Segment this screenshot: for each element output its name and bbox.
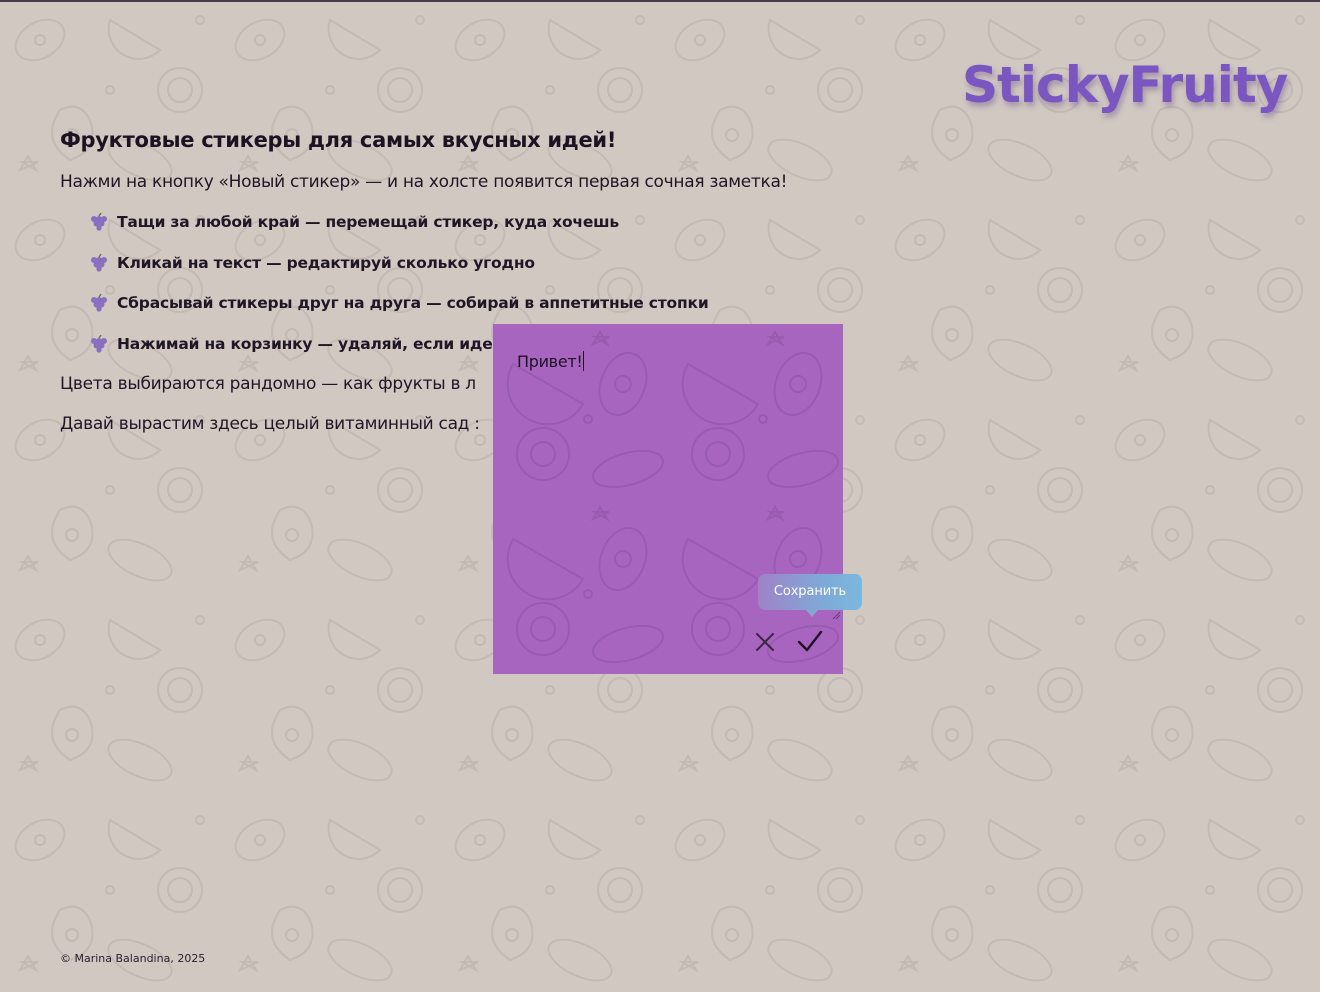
cancel-button[interactable] — [752, 629, 778, 655]
list-item: Тащи за любой край — перемещай стикер, к… — [89, 202, 960, 243]
tip-text: Нажимай на корзинку — удаляй, если иде — [117, 334, 493, 353]
page-title: Фруктовые стикеры для самых вкусных идей… — [60, 128, 617, 152]
save-tooltip: Сохранить — [758, 574, 862, 610]
save-button[interactable] — [796, 627, 824, 655]
intro-lead: Нажми на кнопку «Новый стикер» — и на хо… — [60, 172, 788, 192]
text-caret — [582, 351, 584, 371]
footer-copyright: © Marina Balandina, 2025 — [60, 952, 206, 965]
grape-icon — [91, 253, 107, 272]
close-icon — [756, 633, 774, 651]
grape-icon — [91, 334, 107, 353]
grape-icon — [91, 213, 107, 231]
list-item: Сбрасывай стикеры друг на друга — собира… — [89, 283, 960, 324]
app-logo[interactable]: StickyFruity — [962, 52, 1288, 118]
sticker-note[interactable]: Привет! Сохранить — [493, 324, 862, 674]
checkmark-icon — [797, 630, 823, 652]
sticker-fruit-pattern — [493, 324, 843, 674]
tip-text: Кликай на текст — редактируй сколько уго… — [117, 253, 535, 272]
top-border — [0, 0, 1320, 2]
resize-handle-icon[interactable] — [831, 610, 841, 620]
tooltip-arrow — [806, 610, 818, 617]
grape-icon — [91, 294, 107, 312]
sticker-textarea[interactable]: Привет! — [517, 350, 584, 374]
list-item: Кликай на текст — редактируй сколько уго… — [89, 243, 960, 284]
tip-text: Тащи за любой край — перемещай стикер, к… — [117, 213, 620, 232]
sticker-text-value: Привет! — [517, 352, 583, 371]
tip-text: Сбрасывай стикеры друг на друга — собира… — [117, 294, 709, 313]
